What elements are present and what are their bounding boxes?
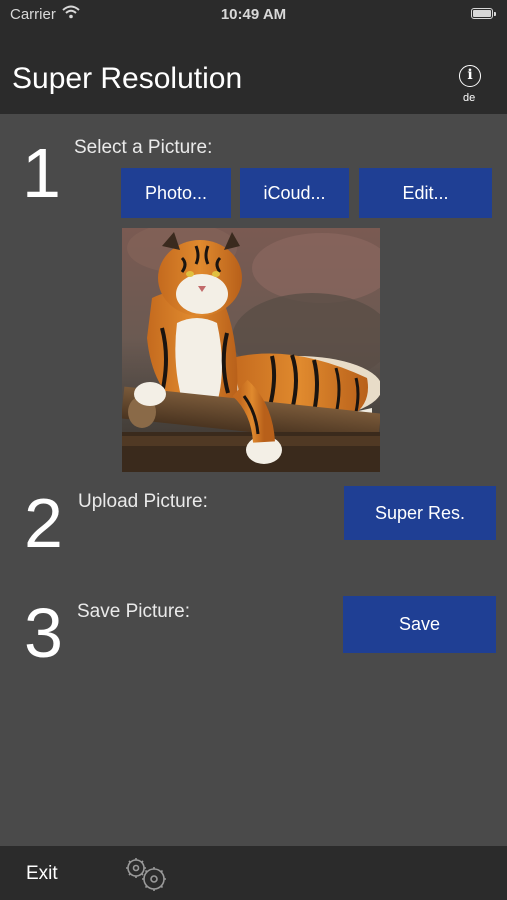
bottom-toolbar: Exit [0,846,507,900]
tiger-photo [122,228,380,472]
step-3-number: 3 [24,594,63,672]
page-title: Super Resolution [12,62,243,95]
super-res-button[interactable]: Super Res. [344,486,496,540]
step-1-label: Select a Picture: [74,137,213,158]
exit-button[interactable]: Exit [26,863,58,885]
clock: 10:49 AM [220,6,287,23]
step-3-label: Save Picture: [77,601,190,622]
edit-button[interactable]: Edit... [359,168,492,218]
gears-icon[interactable] [122,855,174,893]
step-2-number: 2 [24,484,63,562]
status-bar: Carrier 10:49 AM [0,0,507,30]
info-icon[interactable]: i [459,65,481,87]
photo-button[interactable]: Photo... [121,168,231,218]
icloud-button[interactable]: iCoud... [240,168,349,218]
step-1-number: 1 [22,134,61,212]
navigation-bar: Super Resolution i de [0,30,507,114]
battery-icon [471,8,496,19]
save-button[interactable]: Save [343,596,496,653]
step-2-label: Upload Picture: [78,491,208,512]
language-label: de [463,92,476,104]
